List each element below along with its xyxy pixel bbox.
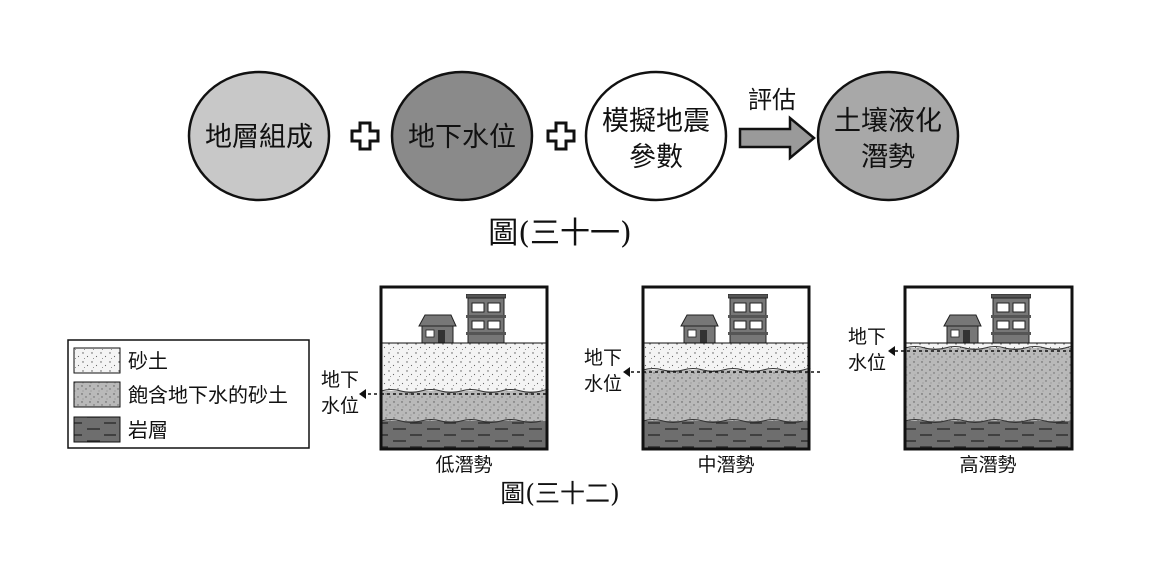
legend-swatch-wet-sand bbox=[73, 381, 121, 408]
water-level-label: 地下 bbox=[848, 326, 886, 348]
factor-circle-groundwater: 地下水位 bbox=[390, 70, 534, 202]
panel-caption: 低潛勢 bbox=[435, 454, 492, 476]
water-level-label: 地下 bbox=[584, 347, 622, 369]
water-level-label: 水位 bbox=[321, 395, 359, 417]
figure-31: 地層組成 地下水位 模擬地震 參數 評估 土壤液化 潛勢 圖(三十一) bbox=[187, 70, 960, 251]
panel-caption: 中潛勢 bbox=[697, 454, 754, 476]
legend: 砂土 飽含地下水的砂土 岩層 bbox=[67, 339, 310, 449]
panel-low-potential: 地下 水位 低潛勢 bbox=[321, 285, 549, 476]
plus-icon bbox=[546, 121, 576, 151]
legend-swatch-rock bbox=[73, 416, 121, 443]
legend-swatch-sand bbox=[73, 347, 121, 374]
evaluate-arrow: 評估 bbox=[738, 86, 816, 161]
result-circle-liquefaction: 土壤液化 潛勢 bbox=[816, 70, 960, 202]
arrow-icon bbox=[359, 389, 366, 399]
legend-label: 砂土 bbox=[128, 349, 168, 373]
circle-label: 地下水位 bbox=[408, 122, 516, 153]
water-level-label: 地下 bbox=[321, 369, 359, 391]
legend-label: 飽含地下水的砂土 bbox=[128, 383, 288, 407]
legend-label: 岩層 bbox=[128, 418, 168, 442]
factor-circle-seismic: 模擬地震 參數 bbox=[584, 70, 728, 202]
figure-caption: 圖(三十二) bbox=[500, 479, 620, 508]
panel-caption: 高潛勢 bbox=[959, 454, 1016, 476]
circle-label: 土壤液化 bbox=[834, 106, 942, 137]
water-level-label: 水位 bbox=[848, 352, 886, 374]
figure-caption: 圖(三十一) bbox=[488, 216, 631, 251]
figure-canvas: 地層組成 地下水位 模擬地震 參數 評估 土壤液化 潛勢 圖(三十一) 砂土 飽… bbox=[67, 70, 1074, 508]
factor-circle-strata: 地層組成 bbox=[187, 70, 331, 202]
plus-icon bbox=[350, 121, 380, 151]
circle-label-line2: 潛勢 bbox=[861, 142, 915, 173]
arrow-label: 評估 bbox=[748, 86, 796, 114]
arrow-icon bbox=[888, 346, 895, 356]
panel-high-potential: 地下 水位 高潛勢 bbox=[848, 285, 1074, 476]
panel-medium-potential: 地下 水位 中潛勢 bbox=[584, 285, 820, 476]
circle-label-line2: 參數 bbox=[629, 142, 683, 173]
circle-label: 模擬地震 bbox=[602, 106, 710, 137]
circle-label: 地層組成 bbox=[205, 122, 313, 153]
arrow-icon bbox=[623, 367, 630, 377]
water-level-label: 水位 bbox=[584, 373, 622, 395]
